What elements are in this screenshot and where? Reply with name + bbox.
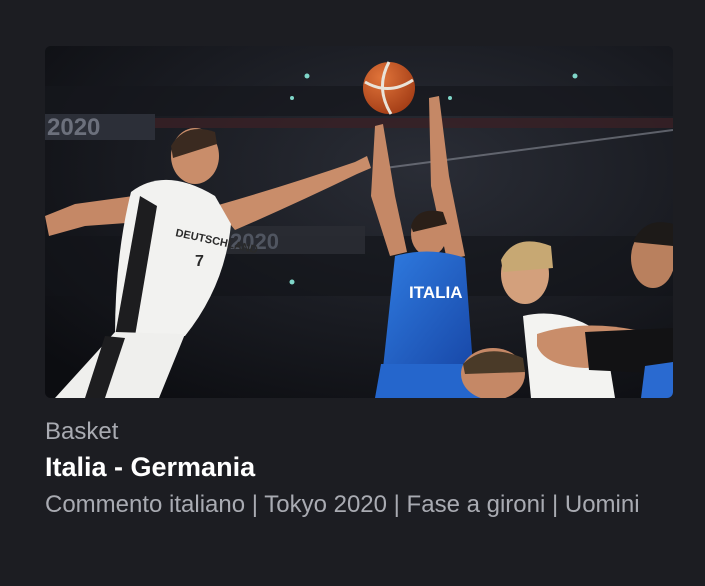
video-subtitle: Commento italiano | Tokyo 2020 | Fase a … xyxy=(45,491,640,518)
thumbnail-image: 2020 2020 DEUTSCHLAND 7 ITALIA xyxy=(45,46,673,398)
video-category: Basket xyxy=(45,418,119,445)
video-card[interactable]: 2020 2020 DEUTSCHLAND 7 ITALIA Basket It… xyxy=(45,46,673,521)
italy-jersey-text: ITALIA xyxy=(409,283,463,302)
video-thumbnail[interactable]: 2020 2020 DEUTSCHLAND 7 ITALIA xyxy=(45,46,673,398)
basketball xyxy=(363,61,415,115)
german-jersey-number: 7 xyxy=(195,253,204,270)
arena-banner-text: 2020 xyxy=(47,114,100,141)
player-bottom xyxy=(461,348,525,398)
video-title[interactable]: Italia - Germania xyxy=(45,451,673,483)
